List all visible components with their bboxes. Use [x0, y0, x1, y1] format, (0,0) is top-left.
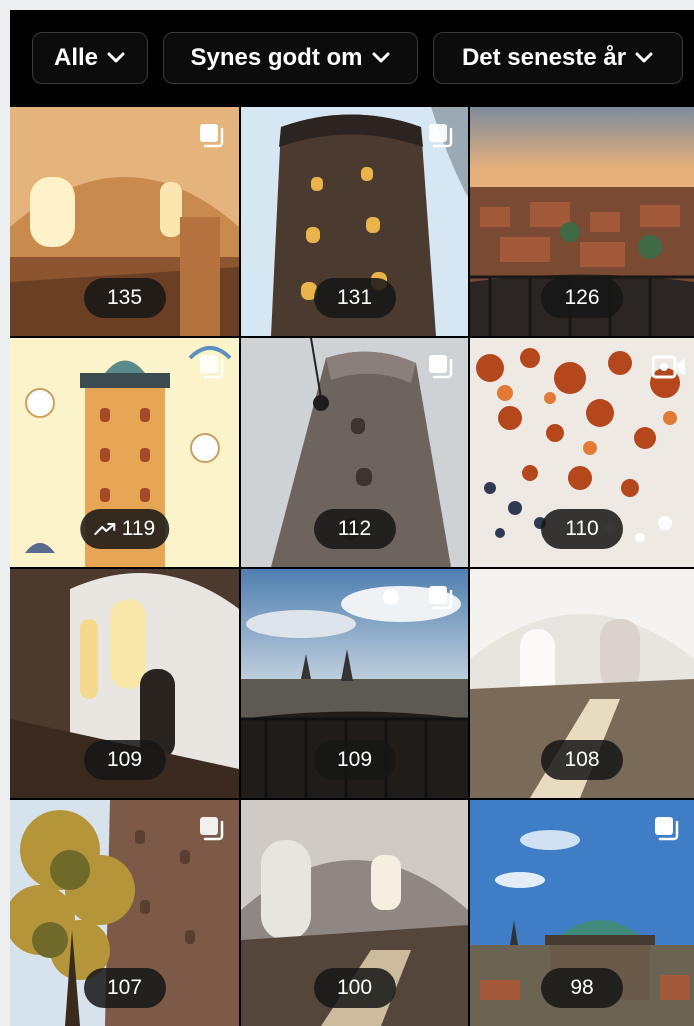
chevron-down-icon [635, 52, 653, 63]
like-count-badge: 109 [83, 740, 166, 780]
post-tile[interactable]: 98 [470, 800, 694, 1026]
post-tile[interactable]: 100 [241, 800, 468, 1026]
like-count: 107 [106, 976, 143, 999]
filter-date-label: Det seneste år [461, 44, 627, 71]
carousel-icon [655, 817, 679, 841]
like-count-badge: 108 [541, 740, 623, 780]
like-count-badge: 107 [83, 968, 166, 1008]
like-count: 108 [564, 748, 600, 771]
like-count: 100 [336, 976, 373, 999]
carousel-icon [200, 124, 224, 148]
post-tile[interactable]: 112 [241, 338, 468, 567]
like-count-badge: 112 [313, 509, 396, 549]
filter-liked-button[interactable]: Synes godt om [163, 32, 418, 84]
carousel-icon [429, 586, 453, 610]
filter-all-label: Alle [53, 44, 98, 71]
like-count: 131 [336, 286, 373, 309]
post-tile[interactable]: 107 [10, 800, 239, 1026]
post-tile[interactable]: 109 [10, 569, 239, 798]
like-count: 109 [336, 748, 373, 771]
like-count: 112 [337, 517, 372, 540]
like-count-badge: 98 [541, 968, 623, 1008]
like-count-badge: 109 [313, 740, 396, 780]
like-count-badge: 119 [79, 509, 170, 549]
carousel-icon [200, 355, 224, 379]
post-tile[interactable]: 135 [10, 107, 239, 336]
chevron-down-icon [372, 52, 390, 63]
posts-grid: 135 131 126 119 112 110 109 109 108 107 … [10, 107, 694, 1026]
profile-screen: Alle Synes godt om Det seneste år 135 13… [10, 10, 694, 1026]
like-count-badge: 131 [313, 278, 396, 318]
chevron-down-icon [107, 52, 125, 63]
filter-bar: Alle Synes godt om Det seneste år [10, 10, 694, 107]
post-tile[interactable]: 109 [241, 569, 468, 798]
post-tile[interactable]: 119 [10, 338, 239, 567]
like-count: 126 [564, 286, 600, 309]
like-count: 109 [106, 748, 143, 771]
filter-date-button[interactable]: Det seneste år [433, 32, 683, 84]
post-tile[interactable]: 126 [470, 107, 694, 336]
carousel-icon [429, 355, 453, 379]
like-count: 135 [106, 286, 143, 309]
filter-all-button[interactable]: Alle [32, 32, 148, 84]
filter-liked-label: Synes godt om [190, 44, 363, 71]
video-icon [652, 355, 685, 379]
post-tile[interactable]: 110 [470, 338, 694, 567]
like-count: 110 [565, 517, 599, 540]
like-count: 98 [570, 976, 594, 999]
like-count-badge: 126 [541, 278, 623, 318]
like-count-badge: 100 [313, 968, 396, 1008]
carousel-icon [429, 124, 453, 148]
carousel-icon [200, 817, 224, 841]
post-tile[interactable]: 131 [241, 107, 468, 336]
like-count-badge: 135 [83, 278, 166, 318]
like-count: 119 [121, 517, 156, 540]
post-tile[interactable]: 108 [470, 569, 694, 798]
trending-up-icon [93, 523, 115, 535]
like-count-badge: 110 [541, 509, 623, 549]
